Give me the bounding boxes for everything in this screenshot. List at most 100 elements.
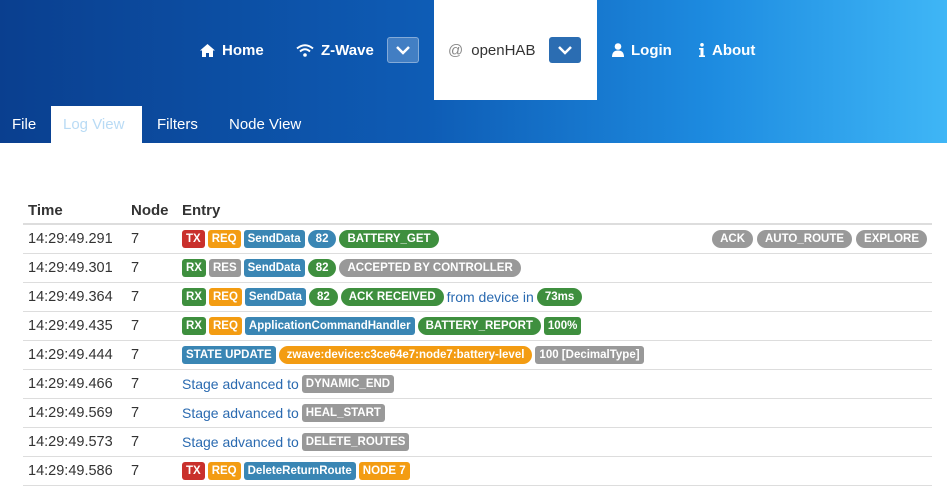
direction-badge: TX <box>182 230 205 248</box>
flag-badge: ACK <box>712 230 753 248</box>
cell-entry: Stage advanced to DELETE_ROUTES <box>177 427 932 457</box>
stage-badge: DELETE_ROUTES <box>301 433 410 451</box>
cell-node: 7 <box>126 253 177 283</box>
flag-badge: EXPLORE <box>856 230 927 248</box>
cell-time: 14:29:49.291 <box>23 224 126 254</box>
cell-entry: TX REQ DeleteReturnRoute NODE 7 <box>177 456 932 486</box>
table-row[interactable]: 14:29:49.569 7 Stage advanced to HEAL_ST… <box>23 398 932 428</box>
table-row[interactable]: 14:29:49.586 7 TX REQ DeleteReturnRoute … <box>23 456 932 486</box>
cell-entry: RX REQ ApplicationCommandHandler BATTERY… <box>177 311 932 341</box>
cell-time: 14:29:49.444 <box>23 340 126 370</box>
type-badge: REQ <box>207 230 241 248</box>
function-badge: SendData <box>243 259 305 277</box>
stage-text: Stage advanced to <box>182 376 299 392</box>
tab-filters[interactable]: Filters <box>145 106 210 143</box>
view-tabs: File Log View Filters Node View <box>0 106 947 143</box>
cell-time: 14:29:49.569 <box>23 398 126 428</box>
table-row[interactable]: 14:29:49.435 7 RX REQ ApplicationCommand… <box>23 311 932 341</box>
response-time-badge: 73ms <box>536 288 583 306</box>
transmit-flags: ACK AUTO_ROUTE EXPLORE <box>712 230 927 248</box>
direction-badge: RX <box>182 317 206 335</box>
cell-node: 7 <box>126 398 177 428</box>
nav-about[interactable]: About <box>699 0 755 100</box>
table-row[interactable]: 14:29:49.573 7 Stage advanced to DELETE_… <box>23 427 932 457</box>
column-header-node[interactable]: Node <box>126 192 177 225</box>
stage-text: Stage advanced to <box>182 434 299 450</box>
nav-home[interactable]: Home <box>200 0 264 100</box>
home-icon <box>200 43 215 57</box>
openhab-dropdown-button[interactable] <box>549 37 581 63</box>
command-badge: BATTERY_REPORT <box>417 317 541 335</box>
callback-badge: 82 <box>307 259 337 277</box>
user-icon <box>612 43 624 57</box>
node-badge: NODE 7 <box>358 462 410 480</box>
callback-badge: 82 <box>308 288 338 306</box>
from-device-text: from device in <box>446 289 534 305</box>
function-badge: SendData <box>243 230 305 248</box>
direction-badge: TX <box>182 462 205 480</box>
nav-zwave-label: Z-Wave <box>321 41 374 59</box>
nav-login-label: Login <box>631 41 672 59</box>
direction-badge: RX <box>182 288 206 306</box>
state-update-badge: STATE UPDATE <box>182 346 276 364</box>
at-icon: @ <box>448 41 464 59</box>
stage-badge: DYNAMIC_END <box>301 375 395 393</box>
table-row[interactable]: 14:29:49.301 7 RX RES SendData 82 ACCEPT… <box>23 253 932 283</box>
tab-node-view[interactable]: Node View <box>217 106 313 143</box>
nav-zwave[interactable]: Z-Wave <box>296 0 374 100</box>
table-header-row: Time Node Entry <box>23 192 932 225</box>
cell-node: 7 <box>126 427 177 457</box>
stage-badge: HEAL_START <box>301 404 385 422</box>
openhab-label-wrap: @ openHAB <box>448 0 535 100</box>
cell-time: 14:29:49.573 <box>23 427 126 457</box>
value-badge: 100% <box>543 317 582 335</box>
direction-badge: RX <box>182 259 206 277</box>
table-row[interactable]: 14:29:49.466 7 Stage advanced to DYNAMIC… <box>23 369 932 399</box>
cell-time: 14:29:49.586 <box>23 456 126 486</box>
cell-node: 7 <box>126 456 177 486</box>
column-header-entry[interactable]: Entry <box>177 192 932 225</box>
chevron-down-icon <box>558 45 572 55</box>
cell-time: 14:29:49.364 <box>23 282 126 312</box>
cell-entry: Stage advanced to HEAL_START <box>177 398 932 428</box>
cell-time: 14:29:49.301 <box>23 253 126 283</box>
cell-entry: Stage advanced to DYNAMIC_END <box>177 369 932 399</box>
nav-home-label: Home <box>222 41 264 59</box>
cell-node: 7 <box>126 282 177 312</box>
nav-login[interactable]: Login <box>612 0 672 100</box>
function-badge: ApplicationCommandHandler <box>244 317 415 335</box>
cell-entry: RX REQ SendData 82 ACK RECEIVED from dev… <box>177 282 932 312</box>
info-icon <box>699 43 705 57</box>
value-badge: 100 [DecimalType] <box>535 346 644 364</box>
zwave-dropdown-button[interactable] <box>387 37 419 63</box>
cell-node: 7 <box>126 311 177 341</box>
status-badge: ACK RECEIVED <box>340 288 444 306</box>
openhab-menu[interactable]: @ openHAB <box>434 0 597 100</box>
column-header-time[interactable]: Time <box>23 192 126 225</box>
function-badge: SendData <box>244 288 306 306</box>
tab-file[interactable]: File <box>0 106 48 143</box>
cell-entry: STATE UPDATE zwave:device:c3ce64e7:node7… <box>177 340 932 370</box>
callback-badge: 82 <box>307 230 337 248</box>
status-badge: ACCEPTED BY CONTROLLER <box>339 259 521 277</box>
table-row[interactable]: 14:29:49.364 7 RX REQ SendData 82 ACK RE… <box>23 282 932 312</box>
cell-entry: TX REQ SendData 82 BATTERY_GET ACK AUTO_… <box>177 224 932 254</box>
type-badge: REQ <box>208 288 242 306</box>
tab-log-view[interactable]: Log View <box>51 106 142 143</box>
flag-badge: AUTO_ROUTE <box>757 230 853 248</box>
header-banner: Home Z-Wave @ openHAB Login About File L… <box>0 0 947 143</box>
top-nav: Home Z-Wave @ openHAB Login About <box>0 0 947 100</box>
wifi-icon <box>296 43 314 57</box>
type-badge: REQ <box>207 462 241 480</box>
type-badge: REQ <box>208 317 242 335</box>
cell-time: 14:29:49.435 <box>23 311 126 341</box>
nav-openhab-label: openHAB <box>471 41 536 59</box>
table-row[interactable]: 14:29:49.444 7 STATE UPDATE zwave:device… <box>23 340 932 370</box>
type-badge: RES <box>208 259 241 277</box>
table-row[interactable]: 14:29:49.291 7 TX REQ SendData 82 BATTER… <box>23 224 932 254</box>
nav-about-label: About <box>712 41 756 59</box>
cell-node: 7 <box>126 340 177 370</box>
cell-entry: RX RES SendData 82 ACCEPTED BY CONTROLLE… <box>177 253 932 283</box>
function-badge: DeleteReturnRoute <box>243 462 356 480</box>
cell-node: 7 <box>126 224 177 254</box>
